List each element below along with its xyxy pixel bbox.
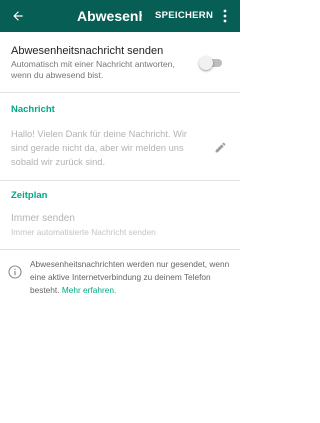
arrow-back-icon [13,11,23,21]
schedule-title: Immer senden [11,213,75,224]
page-title: Abwesenheitsnachricht [77,8,142,24]
away-message-toggle-row[interactable]: Abwesenheitsnachricht senden Automatisch… [0,40,240,84]
learn-more-link[interactable]: Mehr erfahren. [62,285,116,295]
away-message-subtitle: Automatisch mit einer Nachricht antworte… [11,59,175,80]
save-button[interactable]: SPEICHERN [155,9,213,23]
message-section-header: Nachricht [11,104,55,115]
away-message-title: Abwesenheitsnachricht senden [11,45,164,57]
away-message-text[interactable]: Hallo! Vielen Dank für deine Nachricht. … [11,127,206,169]
info-icon [8,265,22,279]
schedule-section-header: Zeitplan [11,190,48,201]
schedule-subtitle: Immer automatisierte Nachricht senden [11,227,156,237]
back-button[interactable] [2,0,34,32]
switch-thumb [199,56,213,70]
pencil-icon [215,142,225,152]
info-text: Abwesenheitsnachrichten werden nur gesen… [30,259,230,295]
edit-message-button[interactable] [212,139,228,155]
more-options-button[interactable] [218,6,232,26]
more-vert-icon [223,9,227,23]
divider [0,249,240,250]
app-bar: Abwesenheitsnachricht SPEICHERN [0,0,240,32]
divider [0,180,240,181]
info-note: Abwesenheitsnachrichten werden nur gesen… [30,258,235,297]
divider [0,92,240,93]
away-message-switch[interactable] [199,56,223,70]
